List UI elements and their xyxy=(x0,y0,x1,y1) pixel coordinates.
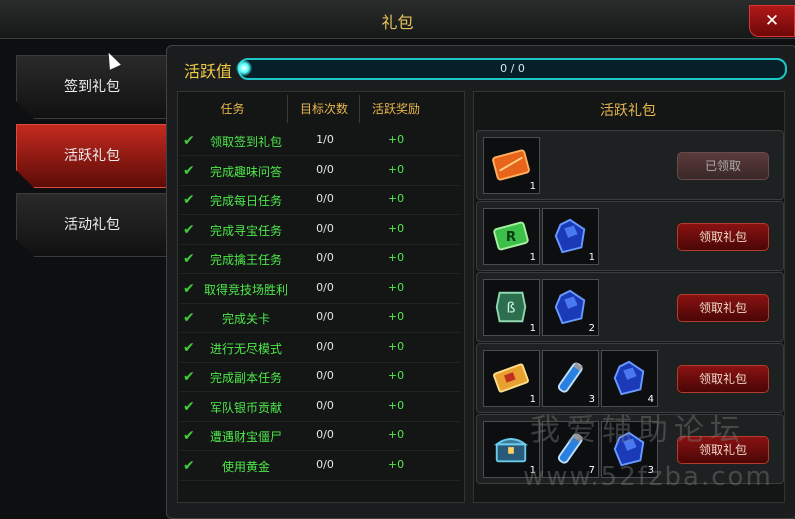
task-reward: +0 xyxy=(387,221,405,235)
task-name: 完成副本任务 xyxy=(209,371,282,385)
task-count: 0/0 xyxy=(316,339,334,353)
tab-active-gift[interactable]: 活跃礼包 xyxy=(16,124,168,188)
watermark-text: 我爱辅助论坛 xyxy=(530,413,746,448)
tab-checkin-gift[interactable]: 签到礼包 xyxy=(16,55,168,119)
task-row: ✔ 使用黄金 0/0 +0 xyxy=(180,451,460,481)
progress-text: 0 / 0 xyxy=(500,62,525,75)
task-row: ✔ 完成擒王任务 0/0 +0 xyxy=(180,244,460,274)
header-task: 任务 xyxy=(220,102,245,116)
task-name: 军队银币贡献 xyxy=(209,400,282,415)
task-row: ✔ 完成趣味问答 0/0 +0 xyxy=(180,156,460,186)
item-count: 2 xyxy=(588,323,595,334)
activity-label: 活跃值 xyxy=(184,62,233,81)
task-name: 使用黄金 xyxy=(221,459,270,474)
gift-row: 1 3 4 领取礼包 xyxy=(476,343,784,413)
task-count: 0/0 xyxy=(316,221,334,235)
item-slot[interactable]: 4 xyxy=(601,350,658,407)
task-count: 0/0 xyxy=(316,280,334,294)
claim-gift-button[interactable]: 领取礼包 xyxy=(677,365,769,393)
item-slot[interactable]: 1 xyxy=(542,208,599,265)
claim-gift-button[interactable]: 领取礼包 xyxy=(677,294,769,322)
claimed-button[interactable]: 已领取 xyxy=(677,152,769,180)
header-target-count: 目标次数 xyxy=(299,102,348,116)
item-slot[interactable]: 1 xyxy=(483,350,540,407)
item-slot[interactable]: ß1 xyxy=(483,279,540,336)
task-reward: +0 xyxy=(387,398,405,412)
item-count: 4 xyxy=(647,394,654,405)
item-count: 1 xyxy=(529,394,536,405)
gift-row: ß 1 2 领取礼包 xyxy=(476,272,784,342)
tab-event-gift[interactable]: 活动礼包 xyxy=(16,193,168,257)
task-reward: +0 xyxy=(387,251,405,264)
check-icon: ✔ xyxy=(183,457,195,474)
item-count: 1 xyxy=(529,252,536,263)
task-count: 0/0 xyxy=(316,428,334,441)
task-reward: +0 xyxy=(387,192,405,205)
item-count: 1 xyxy=(529,181,536,192)
item-slot[interactable]: 3 xyxy=(542,350,599,407)
task-row: ✔ 遭遇财宝僵尸 0/0 +0 xyxy=(180,421,460,451)
item-count: 1 xyxy=(529,323,536,334)
task-name: 完成擒王任务 xyxy=(209,253,282,267)
task-count: 0/0 xyxy=(316,192,334,205)
task-name: 遭遇财宝僵尸 xyxy=(209,430,282,444)
check-icon: ✔ xyxy=(183,310,195,326)
check-icon: ✔ xyxy=(183,133,195,149)
task-count: 0/0 xyxy=(316,310,334,323)
task-count: 0/0 xyxy=(316,251,334,264)
item-slot[interactable]: 1 xyxy=(483,137,540,194)
claim-gift-button[interactable]: 领取礼包 xyxy=(677,223,769,251)
gift-row: R 1 1 领取礼包 xyxy=(476,201,784,271)
task-count: 0/0 xyxy=(316,369,334,382)
check-icon: ✔ xyxy=(183,339,195,356)
task-reward: +0 xyxy=(387,310,405,323)
task-name: 取得竞技场胜利 xyxy=(203,282,288,297)
task-count: 0/0 xyxy=(316,162,334,176)
task-row: ✔ 进行无尽模式 0/0 +0 xyxy=(180,333,460,363)
task-reward: +0 xyxy=(387,162,405,176)
task-row: ✔ 领取签到礼包 1/0 +0 xyxy=(180,126,460,156)
check-icon: ✔ xyxy=(183,280,195,297)
svg-text:R: R xyxy=(506,230,516,245)
task-reward: +0 xyxy=(387,428,405,441)
task-name: 完成趣味问答 xyxy=(209,164,282,179)
item-count: 1 xyxy=(588,252,595,263)
task-reward: +0 xyxy=(387,280,405,294)
check-icon: ✔ xyxy=(183,398,195,415)
task-count: 0/0 xyxy=(316,457,334,471)
svg-text:ß: ß xyxy=(507,301,516,317)
task-name: 完成关卡 xyxy=(221,312,270,326)
task-row: ✔ 军队银币贡献 0/0 +0 xyxy=(180,392,460,422)
task-row: ✔ 完成每日任务 0/0 +0 xyxy=(180,185,460,215)
window-title: 礼包 xyxy=(381,13,414,32)
gift-row: 1 已领取 xyxy=(476,130,784,200)
item-slot[interactable]: 2 xyxy=(542,279,599,336)
task-reward: +0 xyxy=(387,457,405,471)
task-reward: +0 xyxy=(387,369,405,382)
check-icon: ✔ xyxy=(183,221,195,238)
watermark-url: www.52fzba.com xyxy=(523,462,773,492)
reward-panel-title: 活跃礼包 xyxy=(600,103,656,119)
task-name: 进行无尽模式 xyxy=(209,341,282,356)
item-slot[interactable]: R1 xyxy=(483,208,540,265)
task-reward: +0 xyxy=(387,339,405,353)
check-icon: ✔ xyxy=(183,192,195,208)
task-row: ✔ 取得竞技场胜利 0/0 +0 xyxy=(180,274,460,304)
item-count: 3 xyxy=(588,394,595,405)
check-icon: ✔ xyxy=(183,162,195,179)
task-name: 完成寻宝任务 xyxy=(209,223,282,238)
close-button[interactable]: ✕ xyxy=(749,5,795,37)
task-reward: +0 xyxy=(387,133,405,146)
check-icon: ✔ xyxy=(183,251,195,267)
task-row: ✔ 完成副本任务 0/0 +0 xyxy=(180,362,460,392)
check-icon: ✔ xyxy=(183,428,195,444)
task-count: 0/0 xyxy=(316,398,334,412)
task-name: 完成每日任务 xyxy=(209,194,282,208)
check-icon: ✔ xyxy=(183,369,195,385)
task-count: 1/0 xyxy=(316,133,334,146)
task-name: 领取签到礼包 xyxy=(209,135,282,149)
task-row: ✔ 完成寻宝任务 0/0 +0 xyxy=(180,215,460,245)
task-row: ✔ 完成关卡 0/0 +0 xyxy=(180,303,460,333)
header-active-reward: 活跃奖励 xyxy=(371,102,420,116)
